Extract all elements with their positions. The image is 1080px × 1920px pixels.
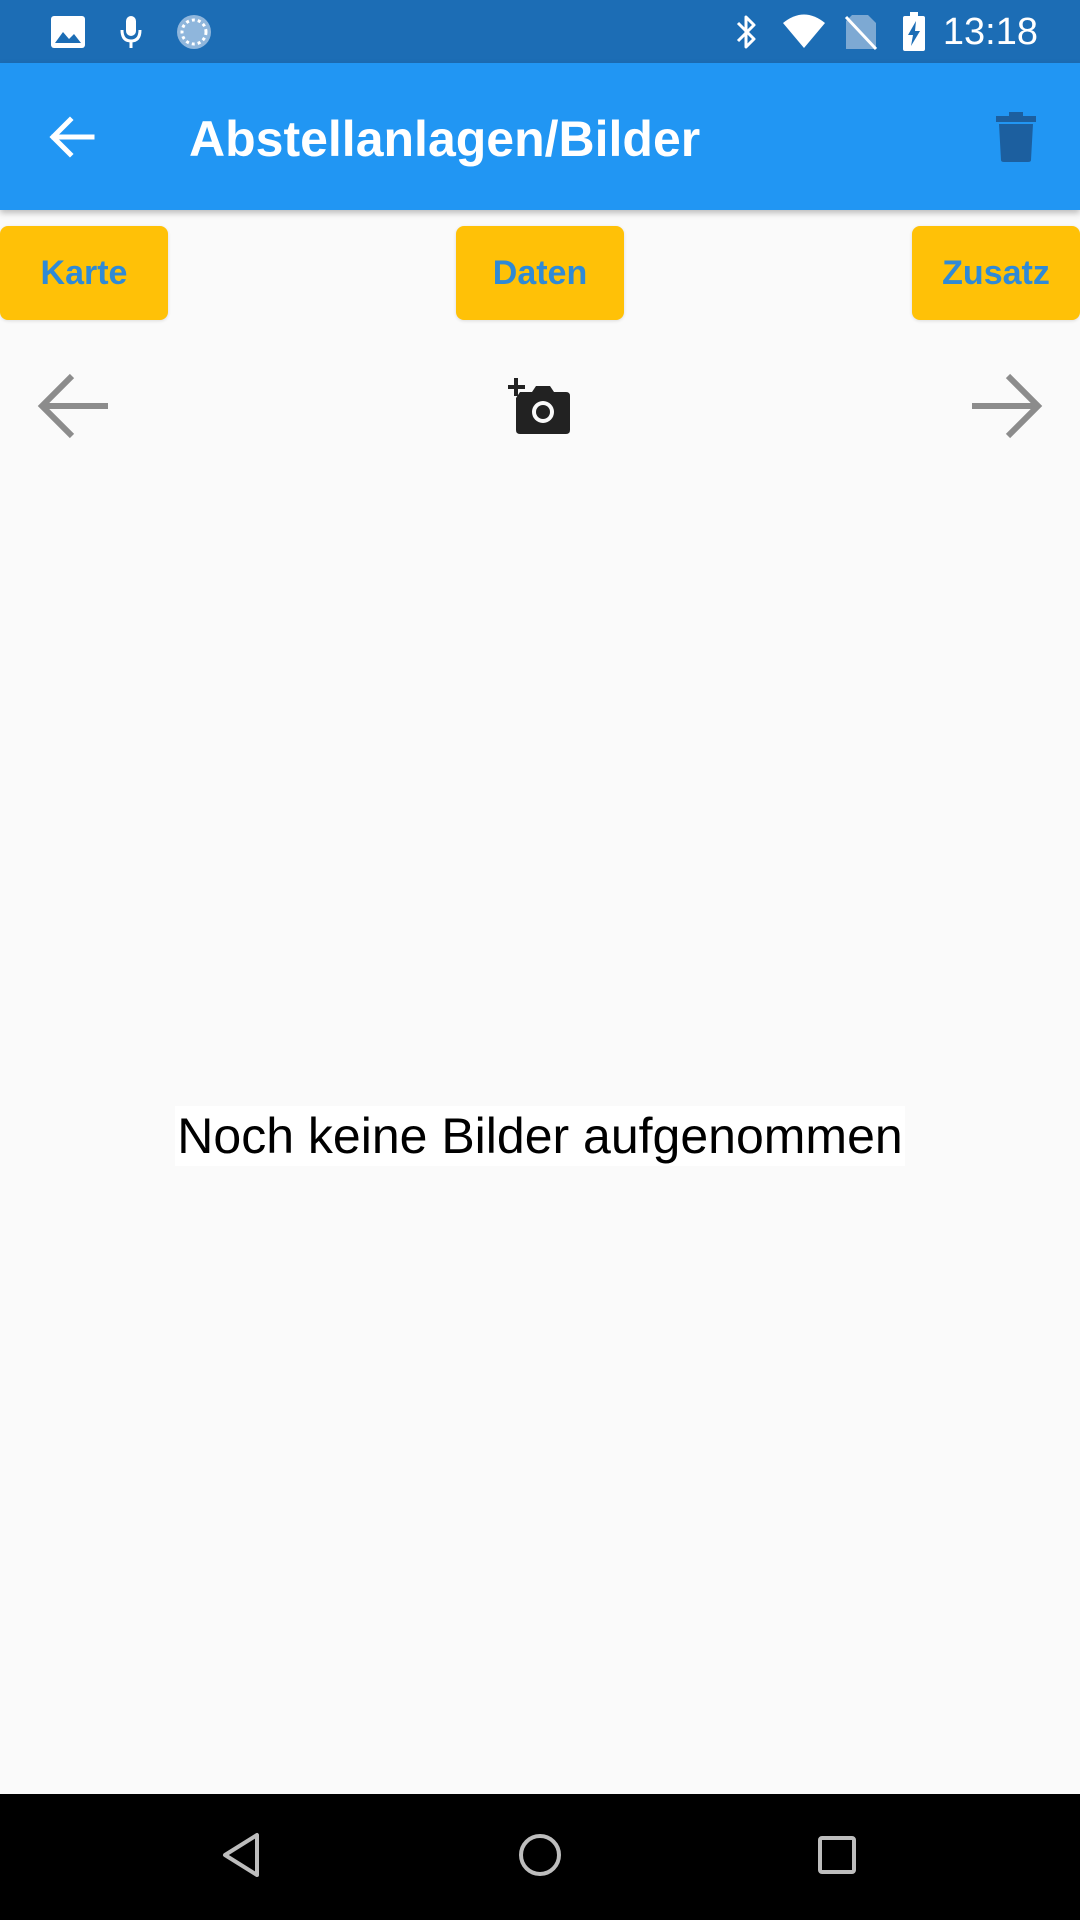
- arrow-back-icon: [48, 115, 96, 164]
- bluetooth-icon: [730, 10, 764, 54]
- battery-charging-icon: [900, 10, 928, 54]
- previous-image-button[interactable]: [32, 366, 116, 450]
- nav-recents-icon: [815, 1833, 859, 1882]
- arrow-right-icon: [968, 370, 1044, 447]
- nav-back-icon: [219, 1831, 263, 1884]
- page-title: Abstellanlagen/Bilder: [189, 111, 701, 167]
- back-button[interactable]: [34, 101, 110, 177]
- no-sim-icon: [842, 10, 880, 54]
- nav-recents-button[interactable]: [804, 1824, 870, 1890]
- nav-home-button[interactable]: [507, 1824, 573, 1890]
- tab-daten-button[interactable]: Daten: [456, 226, 624, 320]
- status-time: 13:18: [942, 11, 1038, 53]
- nav-back-button[interactable]: [208, 1824, 274, 1890]
- delete-button[interactable]: [976, 101, 1056, 177]
- sync-icon: [172, 10, 216, 54]
- image-icon: [48, 10, 88, 54]
- screen: 13:18 Abstellanlagen/Bilder Karte Daten …: [0, 0, 1080, 1920]
- next-image-button[interactable]: [964, 366, 1048, 450]
- app-bar: Abstellanlagen/Bilder: [0, 63, 1080, 210]
- empty-state: Noch keine Bilder aufgenommen: [0, 1106, 1080, 1166]
- system-nav-bar: [0, 1794, 1080, 1920]
- tab-zusatz-button[interactable]: Zusatz: [912, 226, 1080, 320]
- wifi-icon: [780, 10, 828, 54]
- mic-icon: [114, 10, 148, 54]
- status-bar: 13:18: [0, 0, 1080, 63]
- arrow-left-icon: [36, 370, 112, 447]
- trash-icon: [996, 111, 1036, 167]
- empty-message-text: Noch keine Bilder aufgenommen: [175, 1106, 905, 1166]
- tab-karte-button[interactable]: Karte: [0, 226, 168, 320]
- add-a-photo-icon: [507, 377, 572, 441]
- add-photo-button[interactable]: [502, 376, 578, 442]
- nav-home-icon: [516, 1831, 564, 1884]
